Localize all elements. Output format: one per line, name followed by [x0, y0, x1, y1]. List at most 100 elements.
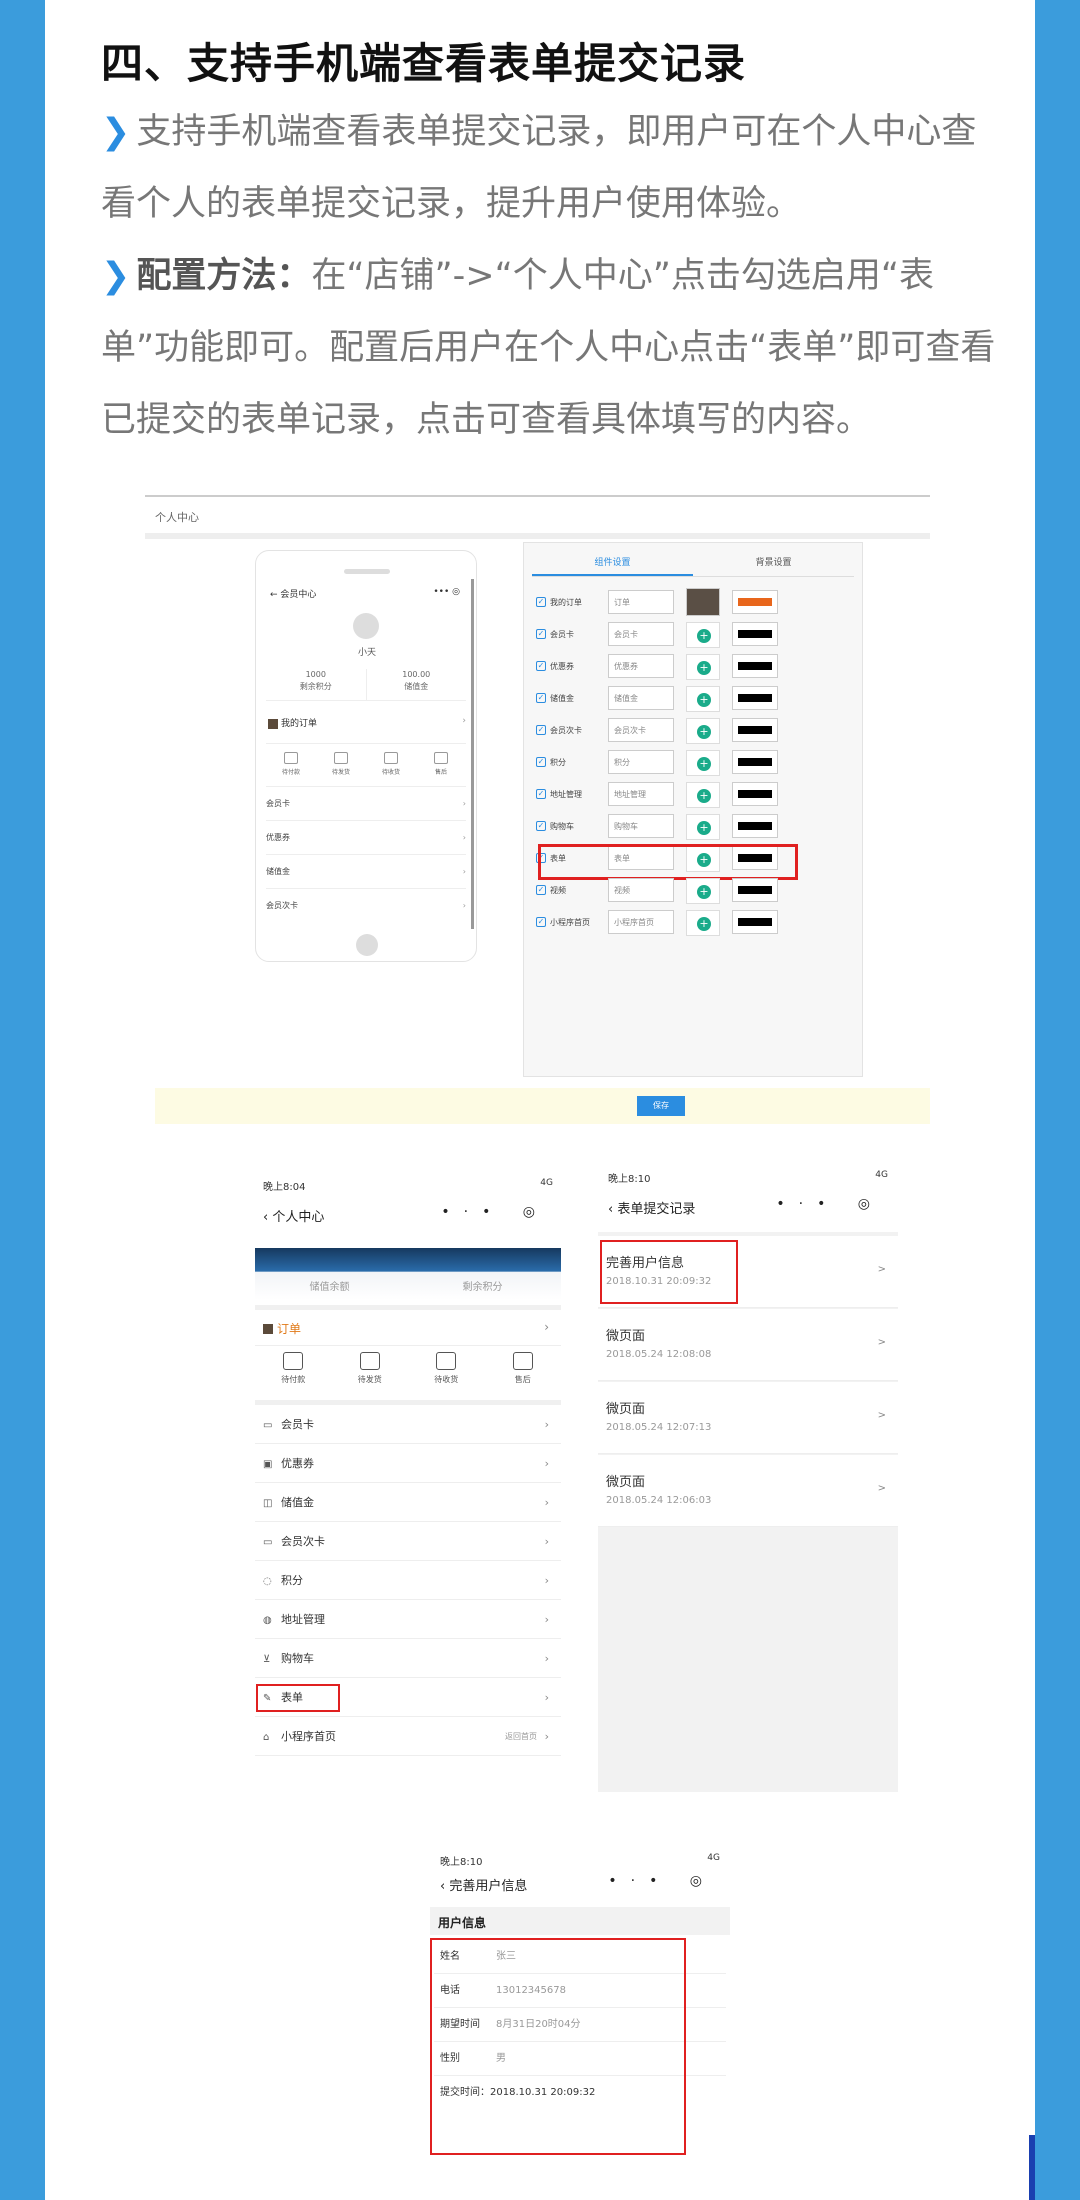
record-item[interactable]: 微页面 2018.05.24 12:06:03 > — [598, 1455, 898, 1527]
list-item-label: 优惠券 — [281, 1457, 314, 1470]
tab-background-settings[interactable]: 背景设置 — [693, 549, 854, 576]
highlight-box — [256, 1684, 340, 1712]
color-picker[interactable] — [732, 878, 778, 902]
record-item[interactable]: 完善用户信息 2018.10.31 20:09:32 > — [598, 1236, 898, 1308]
add-icon-button[interactable]: + — [686, 686, 720, 712]
config-name-input[interactable]: 储值金 — [608, 686, 674, 710]
config-name-input[interactable]: 小程序首页 — [608, 910, 674, 934]
add-icon-button[interactable]: + — [686, 910, 720, 936]
list-item[interactable]: ◍ 地址管理 › — [255, 1600, 561, 1639]
add-icon-button[interactable]: + — [686, 622, 720, 648]
checkbox[interactable]: ✓ — [536, 757, 546, 767]
balance-label: 储值余额 — [309, 1282, 350, 1293]
chevron-icon: › — [544, 1613, 549, 1626]
list-item[interactable]: ◫ 储值金 › — [255, 1483, 561, 1522]
after-sale-icon[interactable]: 售后 — [485, 1352, 562, 1385]
config-name-input[interactable]: 会员卡 — [608, 622, 674, 646]
checkbox[interactable]: ✓ — [536, 725, 546, 735]
pending-ship-icon[interactable]: 待发货 — [332, 1352, 409, 1385]
config-row: ✓ 积分 积分 + — [536, 748, 846, 776]
capsule-menu-icon[interactable]: •·• ◎ — [441, 1204, 549, 1220]
record-item[interactable]: 微页面 2018.05.24 12:08:08 > — [598, 1309, 898, 1381]
chevron-right-icon: ❯ — [101, 256, 131, 296]
color-picker[interactable] — [732, 686, 778, 710]
color-swatch — [738, 598, 772, 606]
home-button-icon — [356, 934, 378, 956]
color-swatch — [738, 822, 772, 830]
back-icon[interactable]: ‹ — [263, 1210, 268, 1225]
banner-labels: 储值余额 剩余积分 — [253, 1278, 559, 1293]
config-row-label: 储值金 — [550, 694, 574, 703]
add-icon-button[interactable]: + — [686, 718, 720, 744]
menu-icon: ◫ — [263, 1498, 273, 1509]
color-picker[interactable] — [732, 750, 778, 774]
menu-icon: ▭ — [263, 1420, 273, 1431]
list-item[interactable]: ✎ 表单 › — [255, 1678, 561, 1717]
checkbox[interactable]: ✓ — [536, 821, 546, 831]
list-item[interactable]: ⊻ 购物车 › — [255, 1639, 561, 1678]
list-item[interactable]: ▭ 会员次卡 › — [255, 1522, 561, 1561]
checkbox[interactable]: ✓ — [536, 661, 546, 671]
preview-title: 会员中心 — [280, 590, 317, 600]
tab-component-settings[interactable]: 组件设置 — [532, 549, 693, 576]
checkbox[interactable]: ✓ — [536, 885, 546, 895]
config-row-label: 优惠券 — [550, 662, 574, 671]
list-item[interactable]: ▭ 会员卡 › — [255, 1405, 561, 1444]
add-icon-button[interactable]: + — [686, 782, 720, 808]
pending-pay-icon[interactable]: 待付款 — [255, 1352, 332, 1385]
config-name-input[interactable]: 订单 — [608, 590, 674, 614]
intro-text: 支持手机端查看表单提交记录，即用户可在个人中心查看个人的表单提交记录，提升用户使… — [101, 112, 977, 224]
checkbox[interactable]: ✓ — [536, 693, 546, 703]
icon-thumbnail[interactable] — [686, 588, 720, 616]
color-swatch — [738, 790, 772, 798]
add-icon-button[interactable]: + — [686, 878, 720, 904]
menu-icon: ◌ — [263, 1576, 272, 1587]
config-row: ✓ 会员次卡 会员次卡 + — [536, 716, 846, 744]
back-icon[interactable]: ‹ — [440, 1879, 445, 1894]
list-item: 会员次卡 › — [266, 888, 466, 922]
config-name-input[interactable]: 地址管理 — [608, 782, 674, 806]
color-picker[interactable] — [732, 782, 778, 806]
config-name-input[interactable]: 会员次卡 — [608, 718, 674, 742]
preview-scrollbar[interactable] — [471, 579, 474, 929]
chevron-icon: › — [544, 1574, 549, 1587]
add-icon-button[interactable]: + — [686, 654, 720, 680]
checkbox[interactable]: ✓ — [536, 629, 546, 639]
color-picker[interactable] — [732, 910, 778, 934]
checkbox[interactable]: ✓ — [536, 917, 546, 927]
list-item[interactable]: ⌂ 小程序首页 › 返回首页 — [255, 1717, 561, 1756]
article-page: 四、支持手机端查看表单提交记录 ❯ 支持手机端查看表单提交记录，即用户可在个人中心… — [45, 0, 1035, 2200]
color-picker[interactable] — [732, 590, 778, 614]
add-icon-button[interactable]: + — [686, 814, 720, 840]
after-sale-icon: 售后 — [416, 752, 466, 776]
config-name-input[interactable]: 优惠券 — [608, 654, 674, 678]
chevron-icon: › — [544, 1691, 549, 1704]
color-picker[interactable] — [732, 622, 778, 646]
color-picker[interactable] — [732, 654, 778, 678]
config-name-input[interactable]: 积分 — [608, 750, 674, 774]
phone-preview: ← 会员中心 ••• ◎ 小天 1000 剩余积分 100.00 储值金 我的订单 … — [255, 550, 477, 962]
add-icon-button[interactable]: + — [686, 750, 720, 776]
color-swatch — [738, 630, 772, 638]
back-icon[interactable]: ‹ — [608, 1202, 613, 1217]
plus-icon: + — [697, 629, 711, 643]
config-name-input[interactable]: 视频 — [608, 878, 674, 902]
record-item[interactable]: 微页面 2018.05.24 12:07:13 > — [598, 1382, 898, 1454]
chevron-icon: › — [544, 1320, 549, 1334]
capsule-menu-icon[interactable]: •·• ◎ — [776, 1196, 884, 1212]
list-item[interactable]: ▣ 优惠券 › — [255, 1444, 561, 1483]
order-row[interactable]: 订单 › — [255, 1305, 561, 1341]
save-button[interactable]: 保存 — [637, 1096, 685, 1116]
list-item[interactable]: ◌ 积分 › — [255, 1561, 561, 1600]
color-picker[interactable] — [732, 718, 778, 742]
pending-receive-icon[interactable]: 待收货 — [408, 1352, 485, 1385]
config-name-input[interactable]: 购物车 — [608, 814, 674, 838]
checkbox[interactable]: ✓ — [536, 789, 546, 799]
home-hint: 返回首页 — [505, 1732, 537, 1741]
color-picker[interactable] — [732, 814, 778, 838]
points-label: 剩余积分 — [462, 1282, 503, 1293]
config-paragraph: ❯ 配置方法：在“店铺”->“个人中心”点击勾选启用“表单”功能即可。配置后用户在… — [101, 240, 1001, 456]
highlight-box — [430, 1938, 686, 2155]
capsule-menu-icon[interactable]: •·• ◎ — [608, 1873, 716, 1889]
checkbox[interactable]: ✓ — [536, 597, 546, 607]
